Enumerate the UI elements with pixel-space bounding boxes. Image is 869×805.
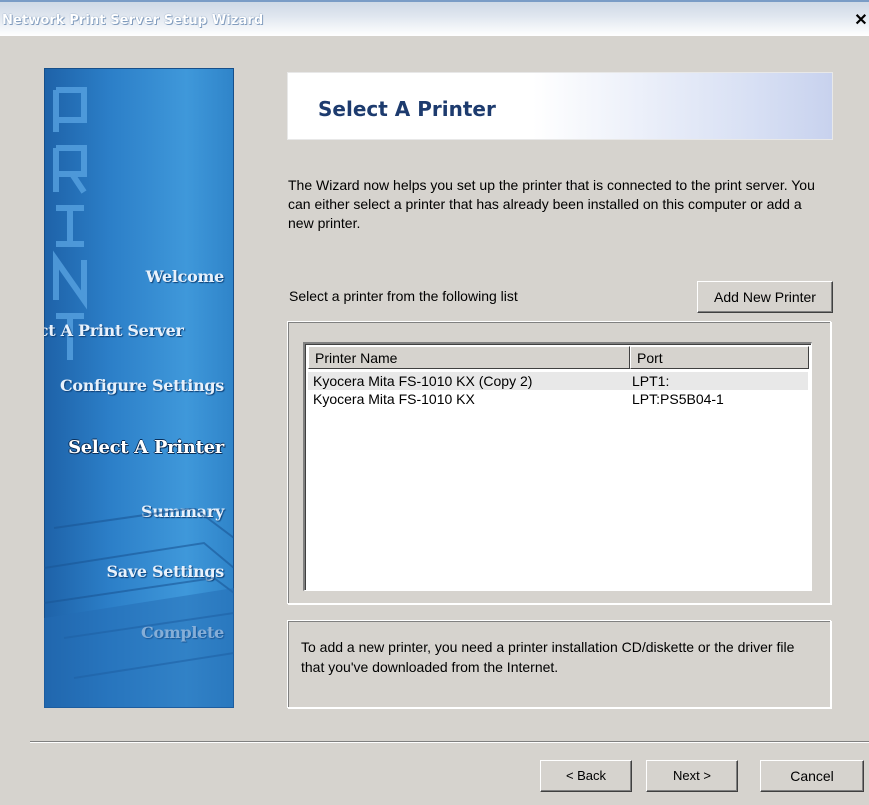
printer-name-cell: Kyocera Mita FS-1010 KX [313,391,475,407]
page-header: Select A Printer [287,72,833,140]
cancel-button[interactable]: Cancel [760,760,864,792]
info-note-box: To add a new printer, you need a printer… [287,620,831,708]
column-header-port[interactable]: Port [630,346,809,369]
page-title: Select A Printer [318,97,496,121]
step-select-print-server: Select A Print Server [44,321,184,340]
printer-illustration [44,508,234,708]
close-icon[interactable]: ✕ [853,12,869,30]
footer-separator [30,741,869,743]
step-welcome: Welcome [145,267,225,286]
column-header-printer-name[interactable]: Printer Name [308,346,630,369]
printer-list[interactable]: Printer Name Port Kyocera Mita FS-1010 K… [303,342,812,591]
page-description: The Wizard now helps you set up the prin… [288,177,815,231]
info-note-text: To add a new printer, you need a printer… [301,639,795,675]
window-title: Network Print Server Setup Wizard [2,13,264,28]
next-button[interactable]: Next > [646,760,738,792]
printer-list-header: Printer Name Port [308,346,809,369]
add-new-printer-button[interactable]: Add New Printer [697,281,833,313]
printer-row[interactable]: Kyocera Mita FS-1010 KX LPT:PS5B04-1 [308,390,808,408]
wizard-steps-panel: Welcome Select A Print Server Configure … [44,68,234,708]
title-bar: Network Print Server Setup Wizard ✕ [0,0,869,36]
step-configure-settings: Configure Settings [59,376,224,395]
back-button[interactable]: < Back [540,760,632,792]
printer-name-cell: Kyocera Mita FS-1010 KX (Copy 2) [313,373,533,389]
printer-row[interactable]: Kyocera Mita FS-1010 KX (Copy 2) LPT1: [308,372,808,390]
printer-port-cell: LPT1: [632,373,670,389]
step-select-a-printer-current: Select A Printer [68,437,224,458]
printer-list-label: Select a printer from the following list [289,288,518,304]
printer-port-cell: LPT:PS5B04-1 [632,391,724,407]
